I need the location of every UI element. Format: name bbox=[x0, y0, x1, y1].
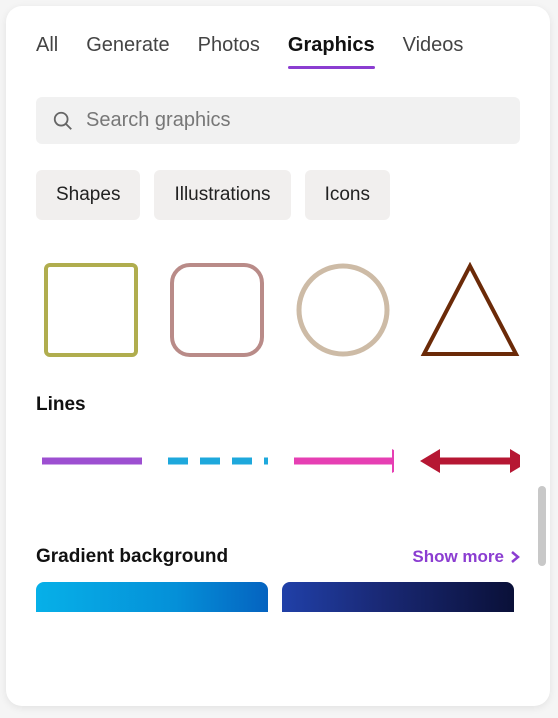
shape-square[interactable] bbox=[42, 260, 140, 360]
search-input[interactable] bbox=[86, 109, 504, 132]
triangle-icon bbox=[420, 262, 520, 358]
tab-bar: All Generate Photos Graphics Videos bbox=[36, 34, 520, 67]
graphics-panel: All Generate Photos Graphics Videos Shap… bbox=[6, 6, 550, 706]
filter-illustrations[interactable]: Illustrations bbox=[154, 170, 290, 220]
tab-photos[interactable]: Photos bbox=[198, 34, 260, 67]
gradient-header: Gradient background Show more bbox=[36, 546, 520, 568]
tab-videos[interactable]: Videos bbox=[403, 34, 464, 67]
gradient-title: Gradient background bbox=[36, 546, 228, 568]
shape-circle[interactable] bbox=[294, 260, 392, 360]
filter-row: Shapes Illustrations Icons bbox=[36, 170, 520, 220]
shapes-row bbox=[36, 260, 520, 360]
search-icon bbox=[52, 110, 74, 132]
tab-graphics[interactable]: Graphics bbox=[288, 34, 375, 67]
chevron-right-icon bbox=[510, 550, 520, 564]
tab-generate[interactable]: Generate bbox=[86, 34, 169, 67]
line-dashed[interactable] bbox=[168, 446, 268, 476]
line-arrow-right[interactable] bbox=[294, 446, 394, 476]
filter-shapes[interactable]: Shapes bbox=[36, 170, 140, 220]
search-box[interactable] bbox=[36, 97, 520, 144]
dashed-line-icon bbox=[168, 456, 268, 466]
gradient-cyan[interactable] bbox=[36, 582, 268, 612]
square-icon bbox=[43, 262, 139, 358]
circle-icon bbox=[295, 262, 391, 358]
show-more-button[interactable]: Show more bbox=[412, 547, 520, 567]
line-solid[interactable] bbox=[42, 446, 142, 476]
show-more-label: Show more bbox=[412, 547, 504, 567]
arrow-double-icon bbox=[420, 446, 520, 476]
shape-rounded-square[interactable] bbox=[168, 260, 266, 360]
solid-line-icon bbox=[42, 456, 142, 466]
arrow-right-icon bbox=[294, 446, 394, 476]
gradient-navy[interactable] bbox=[282, 582, 514, 612]
lines-title: Lines bbox=[36, 394, 520, 416]
scrollbar-thumb[interactable] bbox=[538, 486, 546, 566]
filter-icons[interactable]: Icons bbox=[305, 170, 390, 220]
rounded-square-icon bbox=[169, 262, 265, 358]
tab-all[interactable]: All bbox=[36, 34, 58, 67]
line-arrow-double[interactable] bbox=[420, 446, 520, 476]
lines-row bbox=[36, 446, 520, 476]
gradient-row bbox=[36, 582, 520, 612]
shape-triangle[interactable] bbox=[420, 260, 520, 360]
